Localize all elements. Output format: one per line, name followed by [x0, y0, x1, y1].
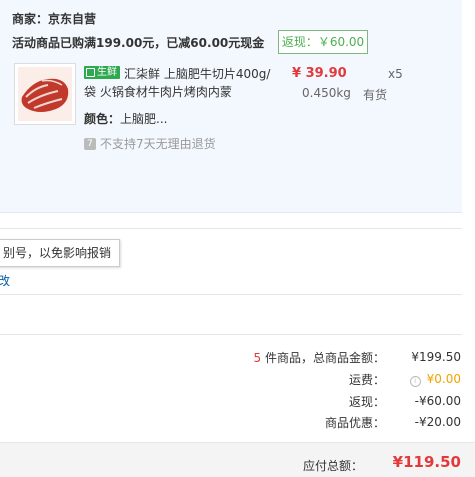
shipping-value-wrap: i ¥0.00 — [399, 372, 461, 387]
discount-value: -¥20.00 — [414, 415, 461, 429]
item-count-suffix: 件商品，总商品金额： — [261, 350, 385, 365]
product-thumbnail[interactable] — [14, 63, 76, 125]
vendor-line: 商家：京东自营 — [12, 10, 96, 27]
color-label: 颜色： — [84, 112, 121, 126]
beef-slices-image-icon — [18, 67, 72, 121]
payable-total-value: ¥119.50 — [392, 453, 461, 471]
rebate-row: 返现： -¥60.00 — [235, 392, 461, 410]
shipping-row: 运费： i ¥0.00 — [235, 370, 461, 388]
shipping-label: 运费： — [348, 372, 385, 387]
payable-total-bar: 应付总额： ¥119.50 — [0, 442, 475, 477]
divider — [0, 294, 462, 295]
payable-total-label: 应付总额： — [302, 459, 363, 473]
no-return-icon: 7 — [84, 137, 96, 150]
order-item-panel: 商家：京东自营 活动商品已购满199.00元，已减60.00元现金 返现：￥60… — [0, 0, 462, 213]
items-total-row: 5 件商品，总商品金额： ¥199.50 — [235, 348, 461, 366]
info-icon[interactable]: i — [409, 375, 421, 387]
product-price: ¥ 39.90 — [292, 66, 347, 81]
no-return-text: 不支持7天无理由退货 — [100, 137, 216, 151]
discount-row: 商品优惠： -¥20.00 — [235, 413, 461, 431]
divider — [0, 228, 462, 229]
rebate-label: 返现： — [348, 394, 385, 409]
color-value: 上脑肥... — [120, 112, 168, 126]
items-total-label: 5 件商品，总商品金额： — [235, 349, 385, 366]
items-total-value: ¥199.50 — [411, 350, 461, 364]
rebate-value: -¥60.00 — [414, 394, 461, 408]
promotion-text: 活动商品已购满199.00元，已减60.00元现金 — [12, 36, 265, 50]
product-title-link[interactable]: 汇柒鲜 上脑肥牛切片400g/袋 火锅食材牛肉片烤肉内蒙 — [84, 65, 274, 101]
product-quantity: x5 — [388, 67, 403, 81]
product-weight: 0.450kg — [302, 86, 351, 100]
product-color: 颜色：上脑肥... — [84, 110, 167, 127]
modify-link[interactable]: 改 — [0, 272, 10, 289]
no-return-notice: 7 不支持7天无理由退货 — [84, 135, 216, 152]
discount-label: 商品优惠： — [324, 415, 385, 430]
vendor-label: 商家： — [12, 12, 49, 26]
rebate-badge: 返现：￥60.00 — [278, 30, 368, 54]
divider — [0, 334, 462, 335]
invoice-tooltip: 别号，以免影响报销 — [0, 239, 121, 267]
shipping-value: ¥0.00 — [426, 371, 461, 386]
vendor-name: 京东自营 — [48, 12, 97, 26]
stock-status: 有货 — [363, 88, 388, 102]
